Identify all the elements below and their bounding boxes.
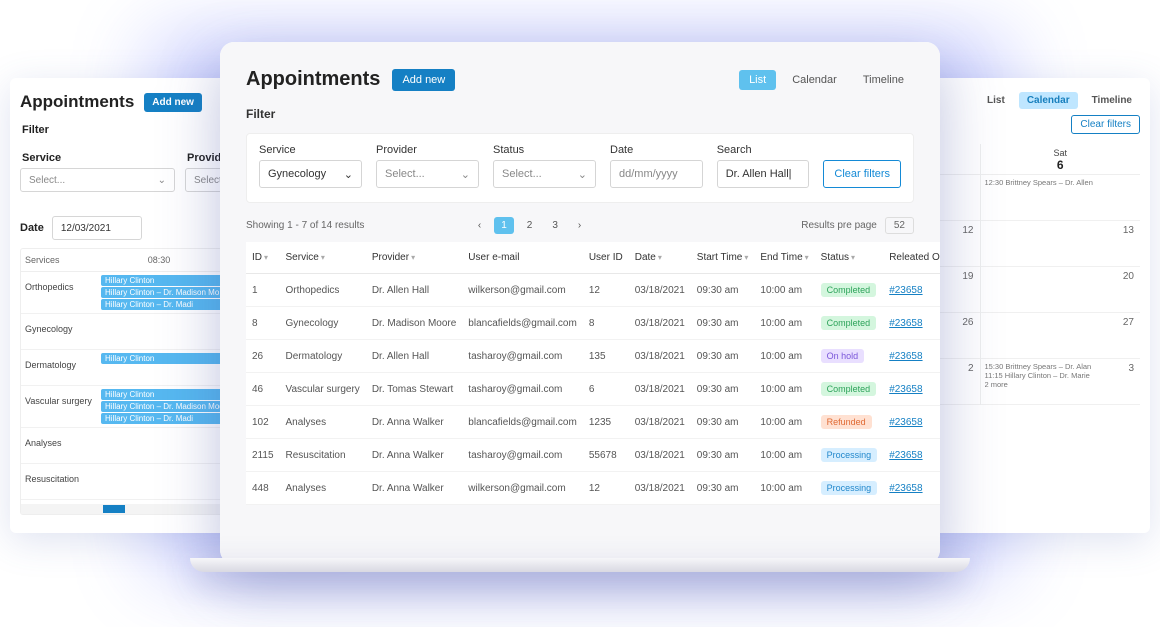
service-label: Service	[22, 152, 173, 164]
tab-list[interactable]: List	[739, 70, 776, 90]
page-next[interactable]: ›	[571, 217, 588, 234]
calendar-event[interactable]: 15:30 Brittney Spears – Dr. Alan	[985, 362, 1137, 371]
tab-timeline[interactable]: Timeline	[853, 70, 914, 90]
filter-section-label: Filter	[246, 107, 914, 121]
table-row: 26DermatologyDr. Allen Halltasharoy@gmai…	[246, 340, 940, 373]
calendar-event[interactable]: 2 more	[985, 380, 1137, 389]
page-3[interactable]: 3	[545, 217, 565, 234]
calendar-cell[interactable]: 20	[981, 267, 1141, 313]
chevron-down-icon: ⌄	[578, 168, 587, 181]
laptop-base	[190, 558, 970, 572]
rpp-label: Results pre page	[801, 220, 877, 231]
th-start: Start Time▾	[691, 242, 755, 274]
clear-filters-button[interactable]: Clear filters	[1071, 115, 1140, 134]
services-header: Services	[21, 249, 99, 271]
search-input[interactable]: Dr. Allen Hall|	[717, 160, 810, 188]
tab-calendar[interactable]: Calendar	[782, 70, 847, 90]
add-new-button[interactable]: Add new	[144, 93, 202, 112]
order-link[interactable]: #23658	[889, 285, 922, 296]
rpp-value[interactable]: 52	[885, 217, 914, 234]
status-badge: Refunded	[821, 415, 872, 429]
service-select[interactable]: Gynecology ⌄	[259, 160, 362, 188]
search-label: Search	[717, 144, 810, 156]
service-label: Service	[259, 144, 362, 156]
th-email: User e-mail	[462, 242, 583, 274]
chevron-down-icon: ⌄	[461, 168, 470, 181]
date-input[interactable]: dd/mm/yyyy	[610, 160, 703, 188]
date-label: Date	[610, 144, 703, 156]
status-badge: Processing	[821, 481, 878, 495]
status-select[interactable]: Select... ⌄	[493, 160, 596, 188]
add-new-button[interactable]: Add new	[392, 69, 455, 91]
order-link[interactable]: #23658	[889, 483, 922, 494]
page-title: Appointments	[246, 68, 380, 91]
page-2[interactable]: 2	[520, 217, 540, 234]
order-link[interactable]: #23658	[889, 318, 922, 329]
th-uid: User ID	[583, 242, 629, 274]
status-badge: Processing	[821, 448, 878, 462]
status-label: Status	[493, 144, 596, 156]
date-input[interactable]: 12/03/2021	[52, 216, 142, 240]
page-1[interactable]: 1	[494, 217, 514, 234]
page-title: Appointments	[20, 92, 134, 112]
status-badge: On hold	[821, 349, 865, 363]
main-list-panel: Appointments Add new List Calendar Timel…	[220, 42, 940, 564]
tab-timeline[interactable]: Timeline	[1084, 92, 1140, 109]
calendar-event[interactable]: 12:30 Brittney Spears – Dr. Allen	[985, 178, 1137, 187]
provider-label: Provider	[376, 144, 479, 156]
provider-select[interactable]: Select... ⌄	[376, 160, 479, 188]
calendar-cell[interactable]: 13	[981, 221, 1141, 267]
tab-calendar[interactable]: Calendar	[1019, 92, 1078, 109]
pagination: ‹ 1 2 3 ›	[471, 217, 588, 234]
tab-list[interactable]: List	[979, 92, 1013, 109]
th-date: Date▾	[629, 242, 691, 274]
table-row: 1OrthopedicsDr. Allen Hallwilkerson@gmai…	[246, 274, 940, 307]
results-summary: Showing 1 - 7 of 14 results	[246, 220, 364, 231]
calendar-column: Sat612:30 Brittney Spears – Dr. Allen132…	[980, 144, 1141, 405]
table-row: 2115ResuscitationDr. Anna Walkertasharoy…	[246, 439, 940, 472]
chevron-down-icon: ⌄	[344, 168, 353, 181]
order-link[interactable]: #23658	[889, 417, 922, 428]
calendar-event[interactable]: 11:15 Hillary Clinton – Dr. Marie	[985, 371, 1137, 380]
table-row: 8GynecologyDr. Madison Mooreblancafields…	[246, 307, 940, 340]
status-badge: Completed	[821, 283, 877, 297]
calendar-cell[interactable]: 12:30 Brittney Spears – Dr. Allen	[981, 175, 1141, 221]
th-service: Service▾	[280, 242, 366, 274]
order-link[interactable]: #23658	[889, 384, 922, 395]
appointments-table: ID▾ Service▾ Provider▾ User e-mail User …	[246, 242, 940, 505]
th-id: ID▾	[246, 242, 280, 274]
table-row: 448AnalysesDr. Anna Walkerwilkerson@gmai…	[246, 472, 940, 505]
service-select[interactable]: Select... ⌄	[20, 168, 175, 192]
filter-card: Service Gynecology ⌄ Provider Select... …	[246, 133, 914, 203]
th-status: Status▾	[815, 242, 884, 274]
status-badge: Completed	[821, 382, 877, 396]
table-row: 102AnalysesDr. Anna Walkerblancafields@g…	[246, 406, 940, 439]
th-order: Releated Order	[883, 242, 940, 274]
th-provider: Provider▾	[366, 242, 462, 274]
order-link[interactable]: #23658	[889, 351, 922, 362]
th-end: End Time▾	[754, 242, 814, 274]
date-label: Date	[20, 222, 44, 234]
page-prev[interactable]: ‹	[471, 217, 488, 234]
chevron-down-icon: ⌄	[158, 175, 166, 186]
calendar-cell[interactable]: 27	[981, 313, 1141, 359]
order-link[interactable]: #23658	[889, 450, 922, 461]
clear-filters-button[interactable]: Clear filters	[823, 160, 901, 188]
table-row: 46Vascular surgeryDr. Tomas Stewarttasha…	[246, 373, 940, 406]
status-badge: Completed	[821, 316, 877, 330]
calendar-cell[interactable]: 315:30 Brittney Spears – Dr. Alan11:15 H…	[981, 359, 1141, 405]
